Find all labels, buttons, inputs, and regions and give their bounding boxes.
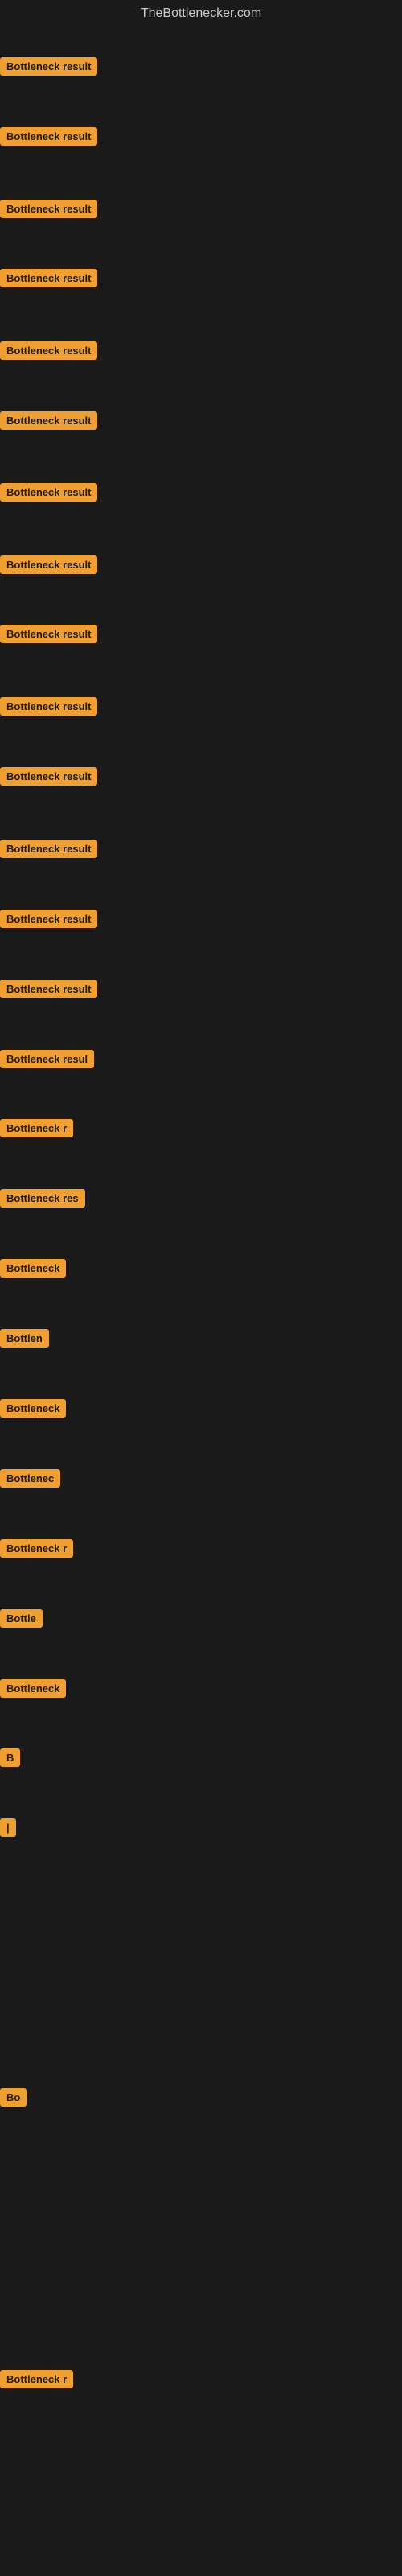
- bottleneck-result-item[interactable]: Bottlen: [0, 1329, 49, 1352]
- bottleneck-badge[interactable]: Bottleneck result: [0, 411, 97, 430]
- bottleneck-result-item[interactable]: Bottleneck result: [0, 127, 97, 150]
- bottleneck-badge[interactable]: Bottleneck result: [0, 980, 97, 998]
- bottleneck-badge[interactable]: Bottlen: [0, 1329, 49, 1348]
- bottleneck-badge[interactable]: Bottleneck res: [0, 1189, 85, 1208]
- bottleneck-result-item[interactable]: Bottleneck result: [0, 555, 97, 578]
- bottleneck-badge[interactable]: Bottlenec: [0, 1469, 60, 1488]
- bottleneck-result-item[interactable]: Bottleneck r: [0, 1119, 73, 1141]
- bottleneck-result-item[interactable]: |: [0, 1818, 16, 1841]
- bottleneck-badge[interactable]: B: [0, 1748, 20, 1767]
- bottleneck-badge[interactable]: Bottleneck result: [0, 910, 97, 928]
- bottleneck-result-item[interactable]: Bottleneck result: [0, 697, 97, 720]
- bottleneck-result-item[interactable]: Bottleneck resul: [0, 1050, 94, 1072]
- bottleneck-result-item[interactable]: Bottleneck result: [0, 767, 97, 790]
- bottleneck-badge[interactable]: Bottleneck result: [0, 555, 97, 574]
- bottleneck-result-item[interactable]: Bottleneck result: [0, 269, 97, 291]
- bottleneck-badge[interactable]: Bottleneck result: [0, 341, 97, 360]
- bottleneck-badge[interactable]: Bottleneck r: [0, 1539, 73, 1558]
- bottleneck-badge[interactable]: Bo: [0, 2088, 27, 2107]
- bottleneck-badge[interactable]: Bottleneck result: [0, 483, 97, 502]
- bottleneck-result-item[interactable]: Bottleneck result: [0, 341, 97, 364]
- bottleneck-result-item[interactable]: Bottle: [0, 1609, 43, 1632]
- bottleneck-result-item[interactable]: Bottleneck result: [0, 200, 97, 222]
- bottleneck-badge[interactable]: Bottleneck result: [0, 127, 97, 146]
- bottleneck-result-item[interactable]: Bottleneck: [0, 1679, 66, 1702]
- bottleneck-result-item[interactable]: Bottleneck result: [0, 910, 97, 932]
- bottleneck-result-item[interactable]: Bottleneck result: [0, 483, 97, 506]
- bottleneck-badge[interactable]: Bottleneck: [0, 1679, 66, 1698]
- bottleneck-badge[interactable]: Bottleneck r: [0, 1119, 73, 1137]
- bottleneck-badge[interactable]: Bottleneck result: [0, 625, 97, 643]
- site-title: TheBottlenecker.com: [0, 0, 402, 27]
- bottleneck-badge[interactable]: |: [0, 1818, 16, 1837]
- bottleneck-badge[interactable]: Bottle: [0, 1609, 43, 1628]
- bottleneck-badge[interactable]: Bottleneck: [0, 1259, 66, 1278]
- bottleneck-result-item[interactable]: Bottleneck result: [0, 625, 97, 647]
- bottleneck-result-item[interactable]: Bottleneck r: [0, 1539, 73, 1562]
- bottleneck-badge[interactable]: Bottleneck r: [0, 2370, 73, 2388]
- bottleneck-result-item[interactable]: Bottleneck: [0, 1399, 66, 1422]
- bottleneck-badge[interactable]: Bottleneck result: [0, 697, 97, 716]
- bottleneck-result-item[interactable]: Bottleneck result: [0, 57, 97, 80]
- bottleneck-result-item[interactable]: Bottlenec: [0, 1469, 60, 1492]
- bottleneck-result-item[interactable]: Bottleneck result: [0, 411, 97, 434]
- bottleneck-badge[interactable]: Bottleneck: [0, 1399, 66, 1418]
- bottleneck-badge[interactable]: Bottleneck result: [0, 767, 97, 786]
- bottleneck-result-item[interactable]: Bo: [0, 2088, 27, 2111]
- bottleneck-result-item[interactable]: Bottleneck res: [0, 1189, 85, 1212]
- bottleneck-badge[interactable]: Bottleneck result: [0, 200, 97, 218]
- bottleneck-result-item[interactable]: Bottleneck: [0, 1259, 66, 1282]
- bottleneck-result-item[interactable]: Bottleneck r: [0, 2370, 73, 2392]
- bottleneck-badge[interactable]: Bottleneck resul: [0, 1050, 94, 1068]
- bottleneck-result-item[interactable]: B: [0, 1748, 20, 1771]
- bottleneck-badge[interactable]: Bottleneck result: [0, 269, 97, 287]
- bottleneck-badge[interactable]: Bottleneck result: [0, 57, 97, 76]
- bottleneck-result-item[interactable]: Bottleneck result: [0, 840, 97, 862]
- bottleneck-badge[interactable]: Bottleneck result: [0, 840, 97, 858]
- bottleneck-result-item[interactable]: Bottleneck result: [0, 980, 97, 1002]
